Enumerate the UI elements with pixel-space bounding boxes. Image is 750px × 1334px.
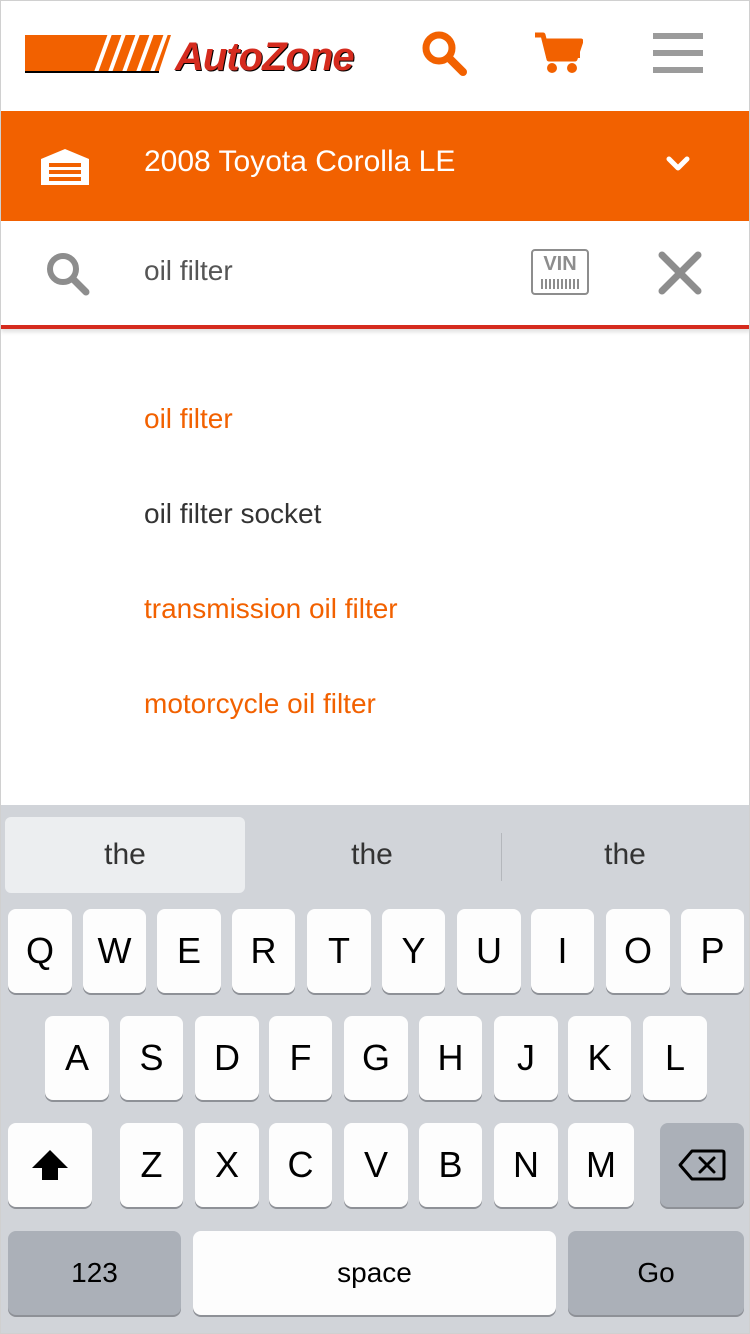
key-l[interactable]: L (643, 1016, 707, 1100)
suggestion-item[interactable]: oil filter socket (144, 498, 321, 530)
vehicle-name: 2008 Toyota Corolla LE (144, 145, 456, 178)
key-j[interactable]: J (494, 1016, 558, 1100)
key-k[interactable]: K (568, 1016, 631, 1100)
autozone-logo[interactable]: AutoZone (25, 31, 355, 79)
key-w[interactable]: W (83, 909, 146, 993)
shift-icon (32, 1150, 68, 1180)
key-c[interactable]: C (269, 1123, 332, 1207)
shift-key[interactable] (8, 1123, 92, 1207)
numbers-key[interactable]: 123 (8, 1231, 181, 1315)
search-input[interactable] (144, 251, 504, 291)
key-q[interactable]: Q (8, 909, 72, 993)
app-frame: AutoZone 2008 Toyota Corolla LE oil filt… (0, 0, 750, 1334)
search-field-icon (47, 253, 90, 296)
suggestion-item[interactable]: transmission oil filter (144, 593, 398, 625)
vin-label: VIN (543, 253, 577, 275)
vehicle-selector[interactable]: 2008 Toyota Corolla LE (1, 111, 749, 221)
prediction-divider (501, 833, 502, 881)
backspace-icon (678, 1149, 726, 1181)
predictive-text-bar: the the the (1, 805, 749, 897)
keyboard: the the the Q W E R T Y U I O P A S D F … (1, 805, 749, 1333)
key-z[interactable]: Z (120, 1123, 183, 1207)
cart-icon (535, 32, 583, 73)
key-m[interactable]: M (568, 1123, 634, 1207)
logo-stripes-icon (25, 31, 171, 75)
key-p[interactable]: P (681, 909, 744, 993)
go-key[interactable]: Go (568, 1231, 744, 1315)
key-o[interactable]: O (606, 909, 670, 993)
header: AutoZone (1, 1, 749, 111)
cart-button[interactable] (528, 23, 588, 83)
vin-scan-button[interactable]: VIN (531, 249, 589, 295)
key-u[interactable]: U (457, 909, 521, 993)
key-a[interactable]: A (45, 1016, 109, 1100)
search-icon (422, 31, 467, 76)
key-r[interactable]: R (232, 909, 295, 993)
chevron-down-icon[interactable] (665, 155, 691, 175)
prediction-1[interactable]: the (5, 817, 245, 893)
garage-icon (41, 149, 89, 185)
key-y[interactable]: Y (382, 909, 445, 993)
key-s[interactable]: S (120, 1016, 183, 1100)
hamburger-menu-icon (653, 33, 703, 73)
suggestion-item[interactable]: oil filter (144, 403, 233, 435)
key-g[interactable]: G (344, 1016, 408, 1100)
prediction-3[interactable]: the (503, 817, 747, 893)
key-n[interactable]: N (494, 1123, 558, 1207)
delete-key[interactable] (660, 1123, 744, 1207)
key-t[interactable]: T (307, 909, 371, 993)
close-icon[interactable] (656, 249, 704, 297)
menu-button[interactable] (649, 23, 709, 83)
key-v[interactable]: V (344, 1123, 408, 1207)
space-key[interactable]: space (193, 1231, 556, 1315)
key-h[interactable]: H (419, 1016, 482, 1100)
key-x[interactable]: X (195, 1123, 259, 1207)
logo-wordmark: AutoZone (175, 35, 355, 79)
key-d[interactable]: D (195, 1016, 259, 1100)
suggestion-item[interactable]: motorcycle oil filter (144, 688, 376, 720)
search-bar: VIN (1, 221, 749, 329)
key-b[interactable]: B (419, 1123, 482, 1207)
key-e[interactable]: E (157, 909, 221, 993)
key-i[interactable]: I (531, 909, 594, 993)
prediction-2[interactable]: the (249, 817, 495, 893)
header-search-button[interactable] (414, 23, 474, 83)
key-f[interactable]: F (269, 1016, 332, 1100)
barcode-icon (541, 279, 579, 289)
